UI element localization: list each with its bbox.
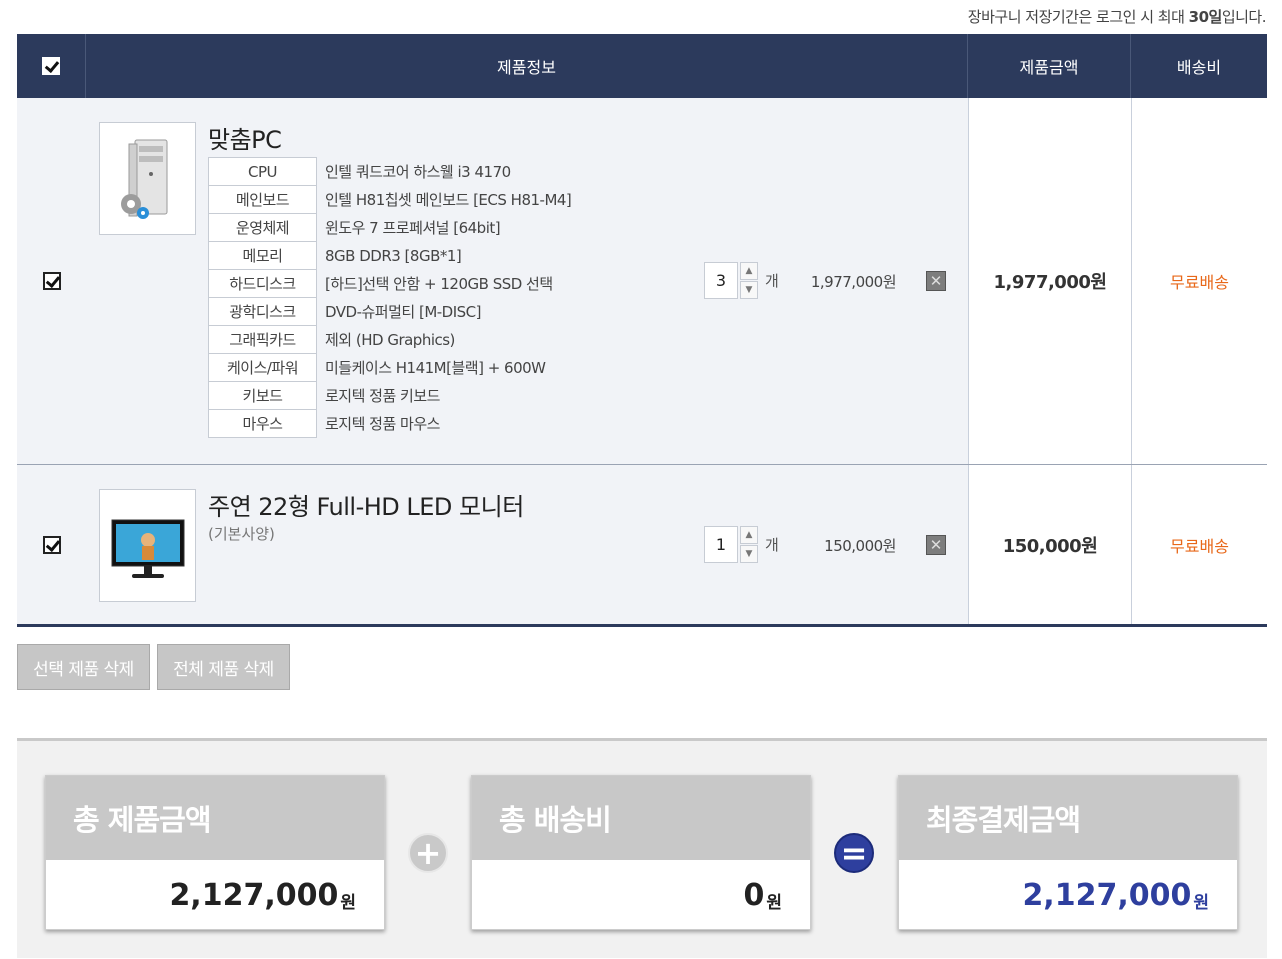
delete-selected-button[interactable]: 선택 제품 삭제 xyxy=(17,644,150,690)
quantity-down-icon[interactable]: ▼ xyxy=(740,545,758,563)
total-product-value: 2,127,000 xyxy=(169,877,339,913)
cart-actions: 선택 제품 삭제 전체 제품 삭제 xyxy=(17,644,290,690)
select-all-cell xyxy=(17,34,86,98)
header-product-info: 제품정보 xyxy=(86,34,968,98)
item-price: 150,000원 xyxy=(1002,535,1098,557)
quantity-stepper: 3 ▲ ▼ 개 xyxy=(704,262,779,299)
delete-all-button[interactable]: 전체 제품 삭제 xyxy=(157,644,290,690)
equals-icon: = xyxy=(834,833,874,873)
spec-row: 광학디스크 DVD-슈퍼멀티 [M-DISC] xyxy=(208,297,578,326)
order-summary: 총 제품금액 2,127,000 원 + 총 배송비 0원 = 최종결제금액 2,… xyxy=(17,738,1267,958)
total-product-card: 총 제품금액 2,127,000 원 xyxy=(45,775,385,930)
header-product-price: 제품금액 xyxy=(968,34,1131,98)
remove-item-icon[interactable]: ✕ xyxy=(926,271,946,291)
unit-price: 1,977,000원 xyxy=(810,273,897,291)
quantity-up-icon[interactable]: ▲ xyxy=(740,262,758,280)
cart-item-row: 맞춤PC CPU 인텔 쿼드코어 하스웰 i3 4170 메인보드 인텔 H81칩셋… xyxy=(17,98,1267,465)
product-spec-table: CPU 인텔 쿼드코어 하스웰 i3 4170 메인보드 인텔 H81칩셋 메인보드… xyxy=(208,157,578,438)
cart-table: 제품정보 제품금액 배송비 맞춤PC CPU 인텔 쿼드코어 하스웰 i3 41… xyxy=(17,34,1267,627)
final-total-label: 최종결제금액 xyxy=(899,776,1237,860)
cart-table-header: 제품정보 제품금액 배송비 xyxy=(17,34,1267,98)
total-shipping-value: 0 xyxy=(743,877,765,913)
spec-row: 키보드 로지텍 정품 키보드 xyxy=(208,381,578,410)
spec-row: 하드디스크 [하드]선택 안함 + 120GB SSD 선택 xyxy=(208,269,578,298)
shipping-status: 무료배송 xyxy=(1170,536,1229,556)
spec-row: CPU 인텔 쿼드코어 하스웰 i3 4170 xyxy=(208,157,578,186)
shipping-status: 무료배송 xyxy=(1170,273,1229,292)
unit-price: 150,000원 xyxy=(824,537,896,555)
spec-row: 마우스 로지텍 정품 마우스 xyxy=(208,409,578,438)
quantity-input[interactable]: 3 xyxy=(704,262,738,299)
product-name[interactable]: 맞춤PC xyxy=(208,120,282,155)
item-checkbox[interactable] xyxy=(42,272,61,290)
cart-storage-notice: 장바구니 저장기간은 로그인 시 최대 30일입니다. xyxy=(967,8,1267,26)
plus-icon: + xyxy=(408,833,448,873)
spec-row: 케이스/파워 미들케이스 H141M[블랙] + 600W xyxy=(208,353,578,382)
spec-row: 운영체제 윈도우 7 프로페셔널 [64bit] xyxy=(208,213,578,242)
final-total-value: 2,127,000 xyxy=(1022,877,1192,913)
product-name[interactable]: 주연 22형 Full-HD LED 모니터 xyxy=(208,487,524,522)
pc-tower-icon[interactable] xyxy=(99,122,196,235)
quantity-down-icon[interactable]: ▼ xyxy=(740,281,758,299)
quantity-input[interactable]: 1 xyxy=(704,526,738,563)
quantity-up-icon[interactable]: ▲ xyxy=(740,526,758,544)
cart-item-row: 주연 22형 Full-HD LED 모니터 (기본사양) 1 ▲ ▼ 개 15… xyxy=(17,465,1267,627)
select-all-checkbox[interactable] xyxy=(42,57,60,75)
spec-row: 메인보드 인텔 H81칩셋 메인보드 [ECS H81-M4] xyxy=(208,185,578,214)
quantity-stepper: 1 ▲ ▼ 개 xyxy=(704,526,779,563)
monitor-icon[interactable] xyxy=(99,489,196,602)
final-total-card: 최종결제금액 2,127,000 원 xyxy=(898,775,1238,930)
item-checkbox[interactable] xyxy=(42,535,61,554)
product-option: (기본사양) xyxy=(208,525,275,543)
spec-row: 그래픽카드 제외 (HD Graphics) xyxy=(208,325,578,354)
spec-row: 메모리 8GB DDR3 [8GB*1] xyxy=(208,241,578,270)
total-shipping-label: 총 배송비 xyxy=(472,776,810,860)
total-product-label: 총 제품금액 xyxy=(46,776,384,860)
remove-item-icon[interactable]: ✕ xyxy=(926,535,946,555)
item-price: 1,977,000원 xyxy=(993,272,1107,293)
header-shipping: 배송비 xyxy=(1176,58,1222,77)
total-shipping-card: 총 배송비 0원 xyxy=(471,775,811,930)
